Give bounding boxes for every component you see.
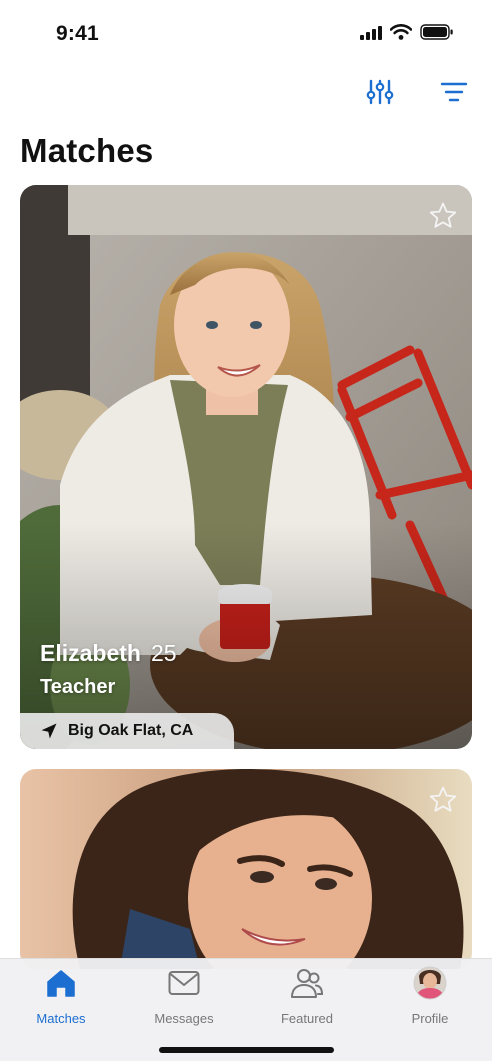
- tab-profile[interactable]: Profile: [380, 965, 480, 1027]
- tab-label: Messages: [154, 1011, 214, 1026]
- home-indicator: [159, 1047, 334, 1053]
- profile-photo: [20, 769, 472, 969]
- cellular-signal-icon: [360, 25, 382, 40]
- tab-label: Matches: [36, 1011, 86, 1026]
- filter-button[interactable]: [362, 76, 398, 108]
- location-text: Big Oak Flat, CA: [68, 722, 194, 739]
- tab-matches[interactable]: Matches: [11, 965, 111, 1027]
- avatar: [413, 966, 447, 1000]
- page-title: Matches: [20, 132, 154, 169]
- sort-lines-icon: [440, 82, 468, 102]
- match-occupation: Teacher: [40, 676, 116, 698]
- people-icon: [291, 969, 324, 998]
- sliders-icon: [366, 79, 394, 105]
- match-name: Elizabeth: [40, 640, 141, 666]
- star-outline-icon[interactable]: [428, 785, 458, 815]
- tab-label: Profile: [411, 1011, 449, 1026]
- status-bar: 9:41: [0, 0, 492, 66]
- star-outline-icon[interactable]: [428, 201, 458, 231]
- status-time: 9:41: [56, 22, 99, 45]
- match-card[interactable]: [20, 769, 472, 969]
- tab-messages[interactable]: Messages: [134, 965, 234, 1027]
- match-card[interactable]: Elizabeth 25 Teacher Big Oak Flat, CA: [20, 185, 472, 749]
- wifi-icon: [390, 24, 412, 40]
- envelope-icon: [168, 971, 200, 995]
- tab-bar: Matches Messages Featured Profile: [0, 958, 492, 1061]
- tab-featured[interactable]: Featured: [257, 965, 357, 1027]
- location-arrow-icon: [41, 723, 57, 739]
- match-name-line: Elizabeth 25: [40, 640, 177, 667]
- location-badge: Big Oak Flat, CA: [20, 713, 234, 749]
- sort-button[interactable]: [436, 76, 472, 108]
- match-age: 25: [150, 640, 177, 666]
- home-icon: [47, 970, 75, 997]
- battery-icon: [420, 24, 453, 40]
- tab-label: Featured: [280, 1011, 334, 1026]
- status-icons: [360, 24, 454, 40]
